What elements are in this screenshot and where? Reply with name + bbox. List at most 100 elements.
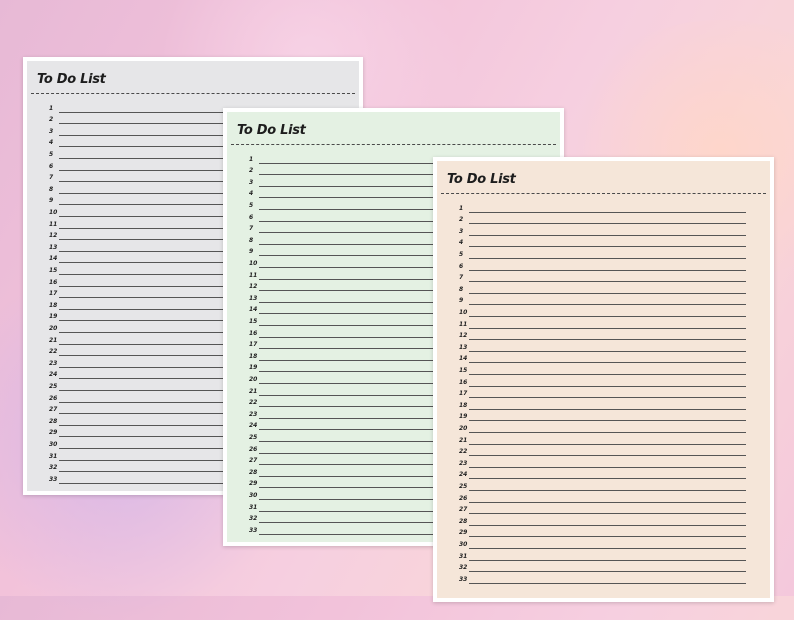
list-item: 26 (459, 491, 746, 503)
title-divider (441, 193, 766, 194)
item-number: 5 (249, 201, 254, 209)
list-item: 1 (459, 201, 746, 213)
item-number: 30 (49, 440, 58, 448)
item-number: 1 (49, 104, 54, 112)
item-number: 23 (49, 359, 58, 367)
item-number: 18 (459, 401, 468, 409)
item-number: 25 (249, 433, 258, 441)
item-number: 16 (49, 278, 58, 286)
item-number: 9 (459, 297, 464, 305)
list-item: 21 (459, 433, 746, 445)
item-number: 16 (459, 378, 468, 386)
item-number: 29 (49, 429, 58, 437)
list-item: 11 (459, 317, 746, 329)
list-item: 29 (459, 526, 746, 538)
list-item: 3 (459, 224, 746, 236)
item-number: 22 (459, 448, 468, 456)
list-item: 33 (459, 572, 746, 584)
item-number: 32 (49, 464, 58, 472)
item-number: 7 (249, 225, 254, 233)
item-number: 11 (249, 271, 258, 279)
list-item: 15 (459, 363, 746, 375)
list-item: 19 (459, 410, 746, 422)
list-item: 17 (459, 387, 746, 399)
item-number: 4 (459, 239, 464, 247)
writing-line[interactable] (469, 582, 746, 584)
item-number: 14 (49, 255, 58, 263)
item-number: 31 (459, 552, 468, 560)
list-item: 24 (459, 468, 746, 480)
item-number: 21 (49, 336, 58, 344)
item-number: 10 (459, 308, 468, 316)
item-number: 32 (459, 564, 468, 572)
title-divider (31, 93, 355, 94)
item-number: 18 (249, 352, 258, 360)
item-number: 9 (249, 248, 254, 256)
page-title: To Do List (447, 172, 516, 187)
item-number: 7 (459, 274, 464, 282)
item-number: 13 (249, 294, 258, 302)
item-number: 25 (49, 382, 58, 390)
item-number: 27 (249, 457, 258, 465)
item-number: 11 (459, 320, 468, 328)
item-number: 2 (459, 216, 464, 224)
list-item: 13 (459, 340, 746, 352)
item-number: 29 (459, 529, 468, 537)
list-item: 32 (459, 561, 746, 573)
item-number: 6 (249, 213, 254, 221)
item-number: 12 (459, 332, 468, 340)
item-number: 11 (49, 220, 58, 228)
item-number: 8 (249, 236, 254, 244)
title-divider (231, 144, 556, 145)
item-number: 31 (49, 452, 58, 460)
item-number: 21 (249, 387, 258, 395)
item-number: 30 (249, 491, 258, 499)
item-number: 17 (249, 341, 258, 349)
item-number: 14 (249, 306, 258, 314)
item-number: 28 (459, 517, 468, 525)
page-title: To Do List (237, 123, 306, 138)
item-number: 33 (459, 575, 468, 583)
list-item: 23 (459, 456, 746, 468)
item-number: 6 (459, 262, 464, 270)
item-number: 15 (49, 266, 58, 274)
list-item: 18 (459, 398, 746, 410)
item-number: 28 (49, 417, 58, 425)
list-item: 16 (459, 375, 746, 387)
item-number: 17 (49, 290, 58, 298)
item-number: 30 (459, 540, 468, 548)
item-number: 4 (49, 139, 54, 147)
list-item: 2 (459, 213, 746, 225)
list-item: 30 (459, 537, 746, 549)
item-number: 8 (459, 285, 464, 293)
item-number: 26 (459, 494, 468, 502)
item-number: 3 (459, 227, 464, 235)
item-number: 24 (459, 471, 468, 479)
item-number: 24 (249, 422, 258, 430)
item-number: 5 (49, 150, 54, 158)
page-inner: To Do List 1 2 3 4 5 6 7 8 9 10 11 12 13 14 15 16 17 18 19… (437, 161, 770, 598)
list-item: 6 (459, 259, 746, 271)
item-number: 1 (249, 155, 254, 163)
item-number: 28 (249, 468, 258, 476)
item-number: 19 (459, 413, 468, 421)
item-number: 18 (49, 301, 58, 309)
item-number: 17 (459, 390, 468, 398)
item-number: 12 (49, 232, 58, 240)
list-item: 27 (459, 503, 746, 515)
item-number: 2 (249, 167, 254, 175)
item-number: 23 (459, 459, 468, 467)
item-number: 15 (459, 366, 468, 374)
list-item: 7 (459, 271, 746, 283)
item-number: 20 (459, 424, 468, 432)
item-number: 27 (49, 406, 58, 414)
page-title: To Do List (37, 72, 106, 87)
list-item: 20 (459, 421, 746, 433)
item-number: 9 (49, 197, 54, 205)
item-number: 29 (249, 480, 258, 488)
item-number: 5 (459, 250, 464, 258)
item-number: 33 (249, 526, 258, 534)
list-item: 31 (459, 549, 746, 561)
list-item: 28 (459, 514, 746, 526)
list-item: 12 (459, 329, 746, 341)
